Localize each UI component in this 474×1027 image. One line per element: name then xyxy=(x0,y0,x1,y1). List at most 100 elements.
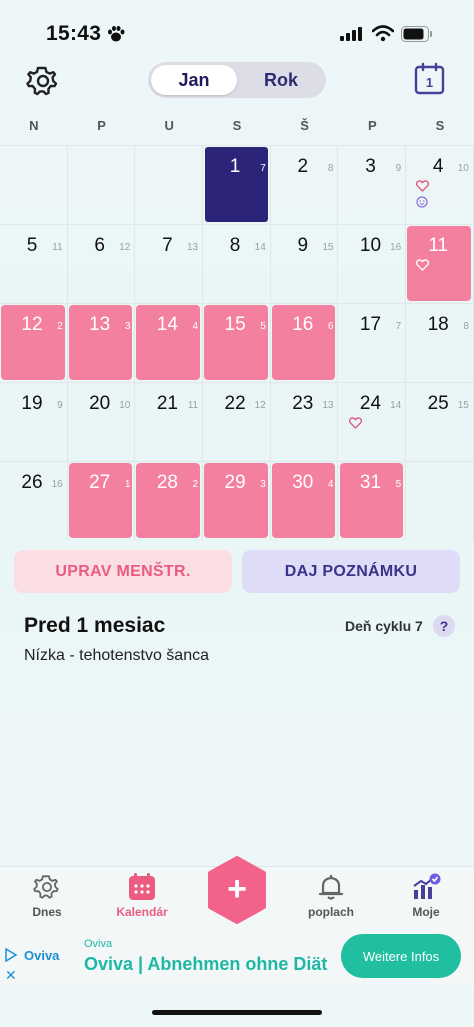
day-number: 3 xyxy=(365,156,376,177)
cycle-day-number: 7 xyxy=(395,321,402,332)
cycle-day-number: 5 xyxy=(260,321,266,332)
day-number: 1 xyxy=(229,156,241,177)
tab-mine-label: Moje xyxy=(412,905,440,919)
day-number: 2 xyxy=(297,156,309,177)
tab-calendar[interactable]: Kalendár xyxy=(97,873,187,919)
calendar-day-period[interactable]: 29 3 xyxy=(203,461,271,540)
weekday-label: S xyxy=(232,118,242,133)
calendar-day[interactable]: 18 8 xyxy=(406,303,474,382)
cycle-day-number: 12 xyxy=(254,400,266,411)
calendar-day-period[interactable]: 16 6 xyxy=(270,303,339,382)
cycle-day-number: 1 xyxy=(124,479,131,490)
cycle-day-number: 5 xyxy=(395,479,402,490)
calendar-day-period[interactable]: 27 1 xyxy=(67,461,136,540)
calendar-day-period[interactable]: 13 3 xyxy=(67,303,136,382)
chart-icon xyxy=(381,873,471,901)
calendar-day-period[interactable]: 31 5 xyxy=(338,461,407,540)
calendar-day[interactable]: 10 16 xyxy=(338,224,407,303)
cycle-day-number: 11 xyxy=(187,400,199,411)
tab-mine[interactable]: Moje xyxy=(381,873,471,919)
view-switcher: Jan Rok xyxy=(148,62,326,98)
header: Jan Rok 1 xyxy=(0,58,474,106)
cycle-day-number: 13 xyxy=(186,242,199,253)
cycle-day-number: 8 xyxy=(463,321,469,332)
calendar-day-period[interactable]: 30 4 xyxy=(270,461,339,540)
bell-icon xyxy=(286,873,376,901)
status-bar: 15:43 xyxy=(0,0,474,60)
weekday-label: P xyxy=(97,118,106,133)
ad-choices-icon[interactable] xyxy=(4,947,18,967)
ad-cta-button[interactable]: Weitere Infos xyxy=(341,934,461,978)
day-number: 31 xyxy=(359,472,382,493)
cycle-day-number: 10 xyxy=(457,163,469,174)
segment-month[interactable]: Jan xyxy=(151,65,237,95)
cycle-day-number: 2 xyxy=(57,321,63,332)
wifi-icon xyxy=(371,25,395,47)
day-number: 30 xyxy=(292,472,314,493)
calendar-day[interactable]: 23 13 xyxy=(270,382,339,461)
calendar-day-period[interactable]: 15 5 xyxy=(203,303,271,382)
cycle-day-number: 8 xyxy=(327,163,334,174)
calendar-day[interactable]: 28 xyxy=(270,145,339,224)
home-indicator xyxy=(152,1010,322,1015)
cycle-day-number: 14 xyxy=(254,242,266,253)
plus-icon: + xyxy=(227,870,247,908)
smiley-icon xyxy=(416,196,428,210)
calendar-day[interactable]: 20 10 xyxy=(67,382,136,461)
edit-period-button[interactable]: UPRAV MENŠTR. xyxy=(14,550,232,593)
calendar-day[interactable]: 22 12 xyxy=(203,382,271,461)
ad-brand: Oviva xyxy=(84,938,113,950)
signal-icon xyxy=(340,27,362,46)
calendar-day-period[interactable]: 12 2 xyxy=(0,303,68,382)
day-number: 12 xyxy=(21,314,43,335)
ad-logo: Oviva xyxy=(24,948,60,963)
tab-today[interactable]: Dnes xyxy=(2,873,92,919)
cycle-day-number: 3 xyxy=(260,479,266,490)
weekday-label: P xyxy=(367,118,377,133)
calendar-day[interactable]: 8 14 xyxy=(203,224,271,303)
ad-title[interactable]: Oviva | Abnehmen ohne Diät xyxy=(84,954,327,975)
cycle-day-number: 4 xyxy=(192,321,199,332)
calendar-day[interactable]: 21 11 xyxy=(135,382,204,461)
settings-gear-icon[interactable] xyxy=(26,64,60,98)
day-number: 29 xyxy=(224,472,246,493)
calendar-empty-cell xyxy=(67,145,136,224)
calendar-day[interactable]: 24 14 xyxy=(338,382,407,461)
action-buttons: UPRAV MENŠTR. DAJ POZNÁMKU xyxy=(14,550,460,594)
calendar-day[interactable]: 26 16 xyxy=(0,461,68,540)
cycle-day-number: 12 xyxy=(119,242,131,253)
day-number: 28 xyxy=(156,472,178,493)
calendar-day-period[interactable]: 11 xyxy=(406,224,474,303)
cycle-day-number: 15 xyxy=(457,400,469,411)
calendar-day[interactable]: 5 11 xyxy=(0,224,68,303)
add-note-button[interactable]: DAJ POZNÁMKU xyxy=(242,550,460,593)
segment-year[interactable]: Rok xyxy=(240,65,322,95)
calendar-day[interactable]: 4 10 xyxy=(406,145,474,224)
tab-alarm-label: poplach xyxy=(307,905,354,919)
calendar-day[interactable]: 9 15 xyxy=(270,224,339,303)
add-button[interactable]: + xyxy=(205,856,269,924)
ad-close-icon[interactable]: ✕ xyxy=(5,967,17,984)
cycle-day-number: 10 xyxy=(119,400,131,411)
heart-icon xyxy=(416,180,430,194)
calendar-day-today[interactable]: 17 xyxy=(203,145,271,224)
help-button[interactable]: ? xyxy=(433,615,455,637)
today-calendar-icon[interactable]: 1 xyxy=(414,62,446,96)
calendar-icon xyxy=(97,873,187,901)
calendar-day[interactable]: 17 7 xyxy=(338,303,407,382)
tab-alarm[interactable]: poplach xyxy=(286,873,376,919)
calendar-day[interactable]: 39 xyxy=(338,145,407,224)
heart-icon xyxy=(416,259,430,273)
calendar-day[interactable]: 7 13 xyxy=(135,224,204,303)
info-title: Pred 1 mesiac xyxy=(24,614,166,637)
calendar-day[interactable]: 6 12 xyxy=(67,224,136,303)
tab-today-label: Dnes xyxy=(32,905,62,919)
calendar-day[interactable]: 19 9 xyxy=(0,382,68,461)
calendar-day[interactable]: 25 15 xyxy=(406,382,474,461)
cycle-day-number: 6 xyxy=(327,321,334,332)
ad-banner[interactable]: ✕ Oviva Oviva Oviva | Abnehmen ohne Diät… xyxy=(0,928,474,986)
calendar-day-period[interactable]: 28 2 xyxy=(135,461,204,540)
heart-icon xyxy=(348,417,362,431)
cycle-day-number: 2 xyxy=(192,479,199,490)
calendar-day-period[interactable]: 14 4 xyxy=(135,303,204,382)
